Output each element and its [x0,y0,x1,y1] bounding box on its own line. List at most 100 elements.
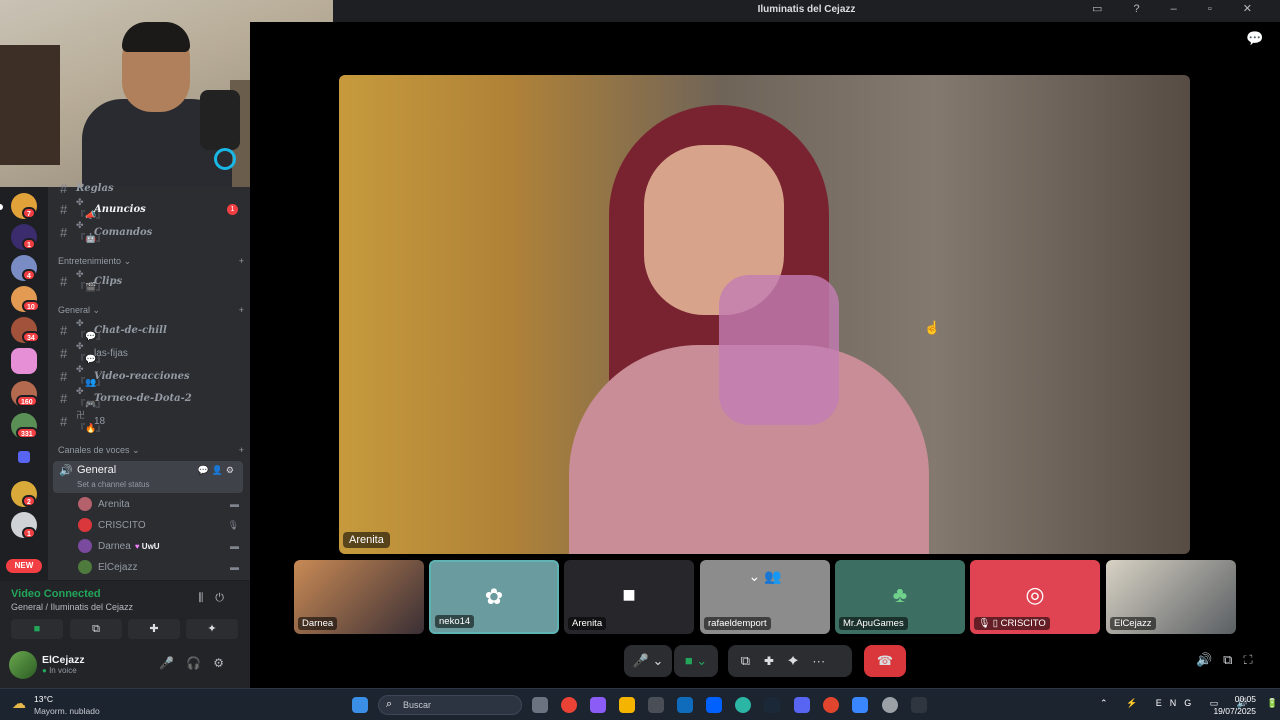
chat-bubble-icon[interactable]: 💬 [1246,30,1263,47]
participant-tile[interactable]: ◎ 🎙 ▯ CRISCITO [970,560,1100,634]
participant-tile[interactable]: ElCejazz [1106,560,1236,634]
camera-button[interactable]: ■ [11,619,63,639]
edge-icon[interactable] [735,697,751,713]
search-icon: ⌕ [386,698,393,710]
voice-user-darnea[interactable]: Darnea ♥ UwU ▬ [78,536,243,556]
activity-button[interactable]: ✚ [128,619,180,639]
voice-channel-general[interactable]: 🔊 General Set a channel status 💬👤⚙ [53,461,243,493]
participant-tile[interactable]: ■ Arenita [564,560,694,634]
connection-status[interactable]: Video Connected [11,588,101,600]
hash-icon: # [60,180,68,196]
microphone [200,90,240,150]
channel-list: # Reglas # ✤『📣』 Anuncios 1 # ✤『🤖』 Comand… [48,181,250,580]
channel-18[interactable]: # 卍『🔥』 18 [54,410,244,433]
taskbar-search[interactable]: ⌕ Buscar [378,695,522,715]
add-channel-icon[interactable]: + [239,445,244,459]
user-panel: ElCejazz ● In voice 🎤🎧⚙ [0,644,250,688]
server-badge: 1 [22,238,36,250]
weather-icon: ☁ [12,695,26,711]
server-badge: 331 [16,427,38,439]
activity-tools[interactable]: ⧉✚✦⋯ [728,645,852,677]
app-icon[interactable] [852,697,868,713]
speaker-icon: 🔊 [59,465,73,477]
disconnect-button[interactable]: ☎ [864,645,906,677]
category-entretenimiento[interactable]: Entretenimiento ⌄ + [58,256,244,270]
app-icon[interactable] [823,697,839,713]
channel-las-fijas[interactable]: # ✤『💬』 las-fijas [54,341,244,364]
start-button-icon[interactable] [352,697,368,713]
store-icon[interactable] [648,697,664,713]
dropbox-icon[interactable] [706,697,722,713]
avatar-icon: ✿ [484,584,504,609]
mic-toggle-button[interactable]: 🎤 ⌄ [624,645,672,677]
camera-icon: ■ [622,582,636,607]
username: ElCejazz [42,654,85,666]
expand-icon: ⌄ 👥 [748,568,782,584]
discord-icon[interactable] [794,697,810,713]
task-view-icon[interactable] [532,697,548,713]
noise-and-disconnect-icons[interactable]: ⫼⏻ [198,592,236,605]
folder-icon[interactable] [18,451,30,463]
channel-comandos[interactable]: # ✤『🤖』 Comandos [54,220,244,243]
user-status: ● In voice [42,666,77,675]
volume-popout-fullscreen-icons[interactable]: 🔊⧉⛶ [1196,652,1272,670]
server-badge: 160 [16,395,38,407]
call-controls: 🎤 ⌄ ■ ⌄ ⧉✚✦⋯ ☎ [624,645,910,677]
connection-channel[interactable]: General / Iluminatis del Cejazz [11,602,133,612]
avatar[interactable] [9,651,37,679]
clock[interactable]: 00:05 19/07/2025 [1213,693,1256,717]
hand-cursor-icon: ☝ [924,320,941,335]
add-channel-icon[interactable]: + [239,305,244,319]
mic-light-ring [214,148,236,170]
server-badge: 2 [22,495,36,507]
channel-anuncios[interactable]: # ✤『📣』 Anuncios 1 [54,197,244,220]
server-icon[interactable] [11,348,37,374]
avatar [78,539,92,553]
participant-tile[interactable]: ⌄ 👥 rafaeldemport [700,560,830,634]
avatar [78,560,92,574]
voice-user-elcejazz[interactable]: ElCejazz ▬ [78,557,243,577]
avatar [78,497,92,511]
outlook-icon[interactable] [677,697,693,713]
channel-status-prompt[interactable]: Set a channel status [77,480,150,489]
category-general[interactable]: General ⌄ + [58,305,244,319]
windows-taskbar: ☁ 13°C Mayorm. nublado ⌕ Buscar ⌃ ⚡ ENG … [0,688,1280,720]
soundboard-button[interactable]: ✦ [186,619,238,639]
voice-user-criscito[interactable]: CRISCITO 🎙 [78,515,243,535]
chrome-icon[interactable] [561,697,577,713]
server-badge: 4 [22,269,36,281]
participant-tile[interactable]: ♣ Mr.ApuGames [835,560,965,634]
new-unreads-button[interactable]: NEW [6,559,42,573]
hash-icon: # [60,413,68,429]
steam-icon[interactable] [764,697,780,713]
file-explorer-icon[interactable] [619,697,635,713]
chevron-down-icon: ⌄ [92,305,101,315]
channel-torneo-de-dota-2[interactable]: # ✤『🎮』 Torneo-de-Dota-2 [54,386,244,409]
channel-clips[interactable]: # ✤『🎬』 Clips [54,269,244,292]
hash-icon: # [60,322,68,338]
camera-toggle-button[interactable]: ■ ⌄ [674,645,718,677]
tile-label: 🎙 ▯ CRISCITO [974,617,1050,630]
mic-headphone-settings-icons[interactable]: 🎤🎧⚙ [159,656,236,670]
server-badge: 10 [22,300,40,312]
channel-chat-de-chill[interactable]: # ✤『💬』 Chat-de-chill [54,318,244,341]
channel-reglas[interactable]: # Reglas [54,180,244,196]
voice-channel-tools-icons[interactable]: 💬👤⚙ [198,465,237,476]
main-video-feed[interactable]: Arenita [339,75,1190,554]
category-canales-de-voces[interactable]: Canales de voces ⌄ + [58,445,244,459]
add-channel-icon[interactable]: + [239,256,244,270]
server-badge: 1 [22,527,36,539]
voice-user-arenita[interactable]: Arenita ▬ [78,494,243,514]
participant-tile[interactable]: Darnea [294,560,424,634]
app-icon[interactable] [911,697,927,713]
window-controls[interactable]: ▭ ? – ▫ ✕ [1092,2,1266,15]
app-icon[interactable] [882,697,898,713]
discord-logo-icon: ◎ [1025,582,1045,607]
share-screen-button[interactable]: ⧉ [70,619,122,639]
window-titlebar: Iluminatis del Cejazz ▭ ? – ▫ ✕ [333,0,1280,22]
camera-icon: ▬ [230,562,239,572]
copilot-icon[interactable] [590,697,606,713]
channel-video-reacciones[interactable]: # ✤『👥』 Video-reacciones [54,364,244,387]
mention-badge: 1 [227,203,238,215]
participant-tile[interactable]: ✿ neko14 [429,560,559,634]
